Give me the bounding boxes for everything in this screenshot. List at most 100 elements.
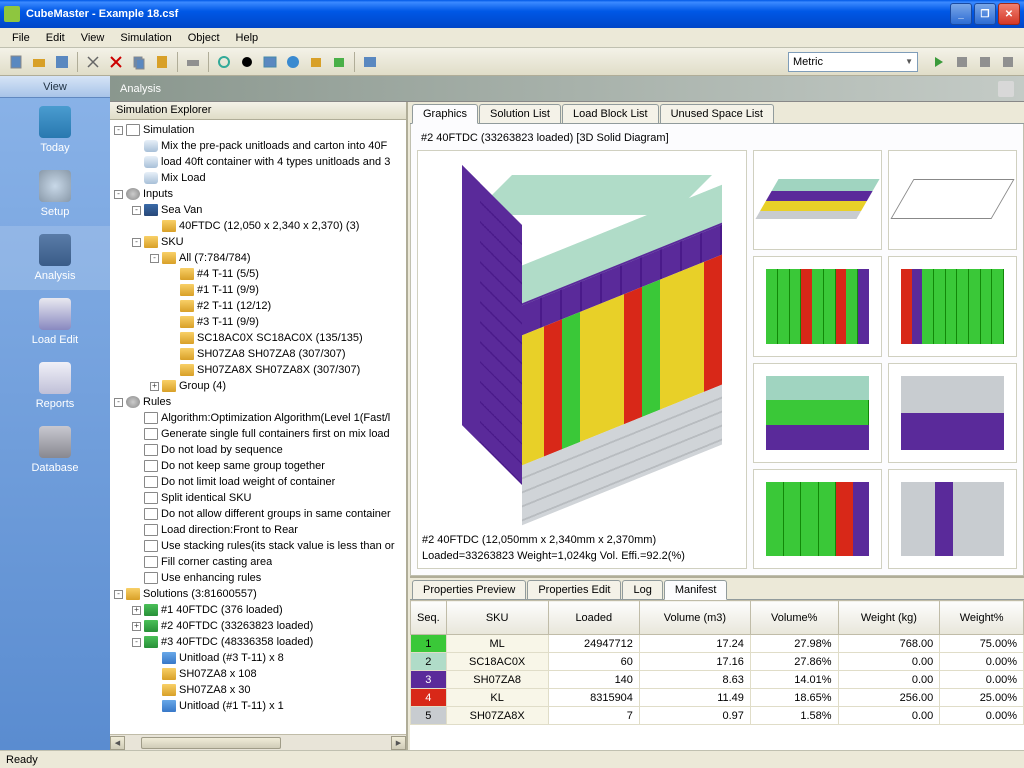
tb-tool1[interactable] — [952, 52, 972, 72]
tb-print[interactable] — [183, 52, 203, 72]
menu-object[interactable]: Object — [180, 30, 228, 46]
tb-paste[interactable] — [152, 52, 172, 72]
tree-row[interactable]: -Rules — [110, 394, 406, 410]
tree-row[interactable]: -Solutions (3:81600557) — [110, 586, 406, 602]
tree-row[interactable]: #1 T-11 (9/9) — [110, 282, 406, 298]
tb-copy[interactable] — [129, 52, 149, 72]
tree-row[interactable]: Load direction:Front to Rear — [110, 522, 406, 538]
column-header[interactable]: Volume (m3) — [639, 601, 750, 635]
panel-options-icon[interactable] — [998, 81, 1014, 97]
tab-unused-space-list[interactable]: Unused Space List — [660, 104, 774, 123]
tree-row[interactable]: 40FTDC (12,050 x 2,340 x 2,370) (3) — [110, 218, 406, 234]
collapse-icon[interactable]: - — [114, 590, 123, 599]
tree-row[interactable]: -All (7:784/784) — [110, 250, 406, 266]
tree-row[interactable]: +#2 40FTDC (33263823 loaded) — [110, 618, 406, 634]
tab-solution-list[interactable]: Solution List — [479, 104, 561, 123]
tree-row[interactable]: Algorithm:Optimization Algorithm(Level 1… — [110, 410, 406, 426]
maximize-button[interactable]: ❐ — [974, 3, 996, 25]
tab-properties-preview[interactable]: Properties Preview — [412, 580, 526, 599]
nav-today[interactable]: Today — [0, 98, 110, 162]
table-row[interactable]: 4KL831590411.4918.65%256.0025.00% — [411, 689, 1024, 707]
scroll-left-arrow[interactable]: ◀ — [110, 736, 125, 750]
tree-row[interactable]: -Simulation — [110, 122, 406, 138]
tb-picture[interactable] — [360, 52, 380, 72]
tb-delete[interactable] — [106, 52, 126, 72]
collapse-icon[interactable]: - — [114, 398, 123, 407]
menu-edit[interactable]: Edit — [38, 30, 73, 46]
tree-h-scrollbar[interactable]: ◀ ▶ — [110, 734, 406, 750]
menu-file[interactable]: File — [4, 30, 38, 46]
tree-row[interactable]: Unitload (#3 T-11) x 8 — [110, 650, 406, 666]
tb-box[interactable] — [306, 52, 326, 72]
column-header[interactable]: Volume% — [750, 601, 838, 635]
tb-settings[interactable] — [237, 52, 257, 72]
tb-run[interactable] — [929, 52, 949, 72]
expand-icon[interactable]: + — [150, 382, 159, 391]
column-header[interactable]: Seq. — [411, 601, 447, 635]
tb-open[interactable] — [29, 52, 49, 72]
tree-row[interactable]: Use enhancing rules — [110, 570, 406, 586]
minimize-button[interactable]: _ — [950, 3, 972, 25]
column-header[interactable]: Weight% — [940, 601, 1024, 635]
menu-simulation[interactable]: Simulation — [112, 30, 179, 46]
collapse-icon[interactable]: - — [150, 254, 159, 263]
column-header[interactable]: Weight (kg) — [838, 601, 940, 635]
nav-setup[interactable]: Setup — [0, 162, 110, 226]
tb-cube[interactable] — [329, 52, 349, 72]
tab-log[interactable]: Log — [622, 580, 662, 599]
collapse-icon[interactable]: - — [114, 126, 123, 135]
tree-row[interactable]: #2 T-11 (12/12) — [110, 298, 406, 314]
tree-row[interactable]: -#3 40FTDC (48336358 loaded) — [110, 634, 406, 650]
nav-database[interactable]: Database — [0, 418, 110, 482]
tree-row[interactable]: Generate single full containers first on… — [110, 426, 406, 442]
tree-row[interactable]: load 40ft container with 4 types unitloa… — [110, 154, 406, 170]
tree-row[interactable]: Do not load by sequence — [110, 442, 406, 458]
tree-row[interactable]: SC18AC0X SC18AC0X (135/135) — [110, 330, 406, 346]
tree-row[interactable]: Use stacking rules(its stack value is le… — [110, 538, 406, 554]
table-row[interactable]: 1ML2494771217.2427.98%768.0075.00% — [411, 635, 1024, 653]
table-row[interactable]: 3SH07ZA81408.6314.01%0.000.00% — [411, 671, 1024, 689]
menu-view[interactable]: View — [73, 30, 113, 46]
column-header[interactable]: Loaded — [548, 601, 639, 635]
tree-row[interactable]: +Group (4) — [110, 378, 406, 394]
scroll-right-arrow[interactable]: ▶ — [391, 736, 406, 750]
tree-row[interactable]: SH07ZA8X SH07ZA8X (307/307) — [110, 362, 406, 378]
collapse-icon[interactable]: - — [132, 206, 141, 215]
tab-load-block-list[interactable]: Load Block List — [562, 104, 659, 123]
tree-row[interactable]: Do not keep same group together — [110, 458, 406, 474]
column-header[interactable]: SKU — [446, 601, 548, 635]
tree-row[interactable]: Do not allow different groups in same co… — [110, 506, 406, 522]
manifest-table[interactable]: Seq.SKULoadedVolume (m3)Volume%Weight (k… — [410, 600, 1024, 750]
tree-row[interactable]: SH07ZA8 x 108 — [110, 666, 406, 682]
tree-row[interactable]: -Inputs — [110, 186, 406, 202]
tree-row[interactable]: SH07ZA8 SH07ZA8 (307/307) — [110, 346, 406, 362]
tb-cut[interactable] — [83, 52, 103, 72]
thumb-top-2[interactable] — [888, 363, 1017, 463]
collapse-icon[interactable]: - — [114, 190, 123, 199]
tree-row[interactable]: #3 T-11 (9/9) — [110, 314, 406, 330]
thumb-iso-empty[interactable] — [888, 150, 1017, 250]
thumb-side-1[interactable] — [753, 256, 882, 356]
tree-row[interactable]: -Sea Van — [110, 202, 406, 218]
tb-window[interactable] — [260, 52, 280, 72]
table-row[interactable]: 5SH07ZA8X70.971.58%0.000.00% — [411, 707, 1024, 725]
thumb-top-1[interactable] — [753, 363, 882, 463]
menu-help[interactable]: Help — [228, 30, 267, 46]
tree-row[interactable]: #4 T-11 (5/5) — [110, 266, 406, 282]
tree-row[interactable]: SH07ZA8 x 30 — [110, 682, 406, 698]
tree-row[interactable]: Fill corner casting area — [110, 554, 406, 570]
nav-loadedit[interactable]: Load Edit — [0, 290, 110, 354]
main-3d-view[interactable]: #2 40FTDC (12,050mm x 2,340mm x 2,370mm)… — [417, 150, 747, 569]
scroll-thumb[interactable] — [141, 737, 281, 749]
thumb-rear-2[interactable] — [888, 469, 1017, 569]
thumb-side-2[interactable] — [888, 256, 1017, 356]
tb-tool3[interactable] — [998, 52, 1018, 72]
tb-tool2[interactable] — [975, 52, 995, 72]
tree-row[interactable]: Do not limit load weight of container — [110, 474, 406, 490]
tab-graphics[interactable]: Graphics — [412, 104, 478, 124]
nav-analysis[interactable]: Analysis — [0, 226, 110, 290]
tree-row[interactable]: Unitload (#1 T-11) x 1 — [110, 698, 406, 714]
tree-row[interactable]: Split identical SKU — [110, 490, 406, 506]
tb-new[interactable] — [6, 52, 26, 72]
tab-properties-edit[interactable]: Properties Edit — [527, 580, 621, 599]
